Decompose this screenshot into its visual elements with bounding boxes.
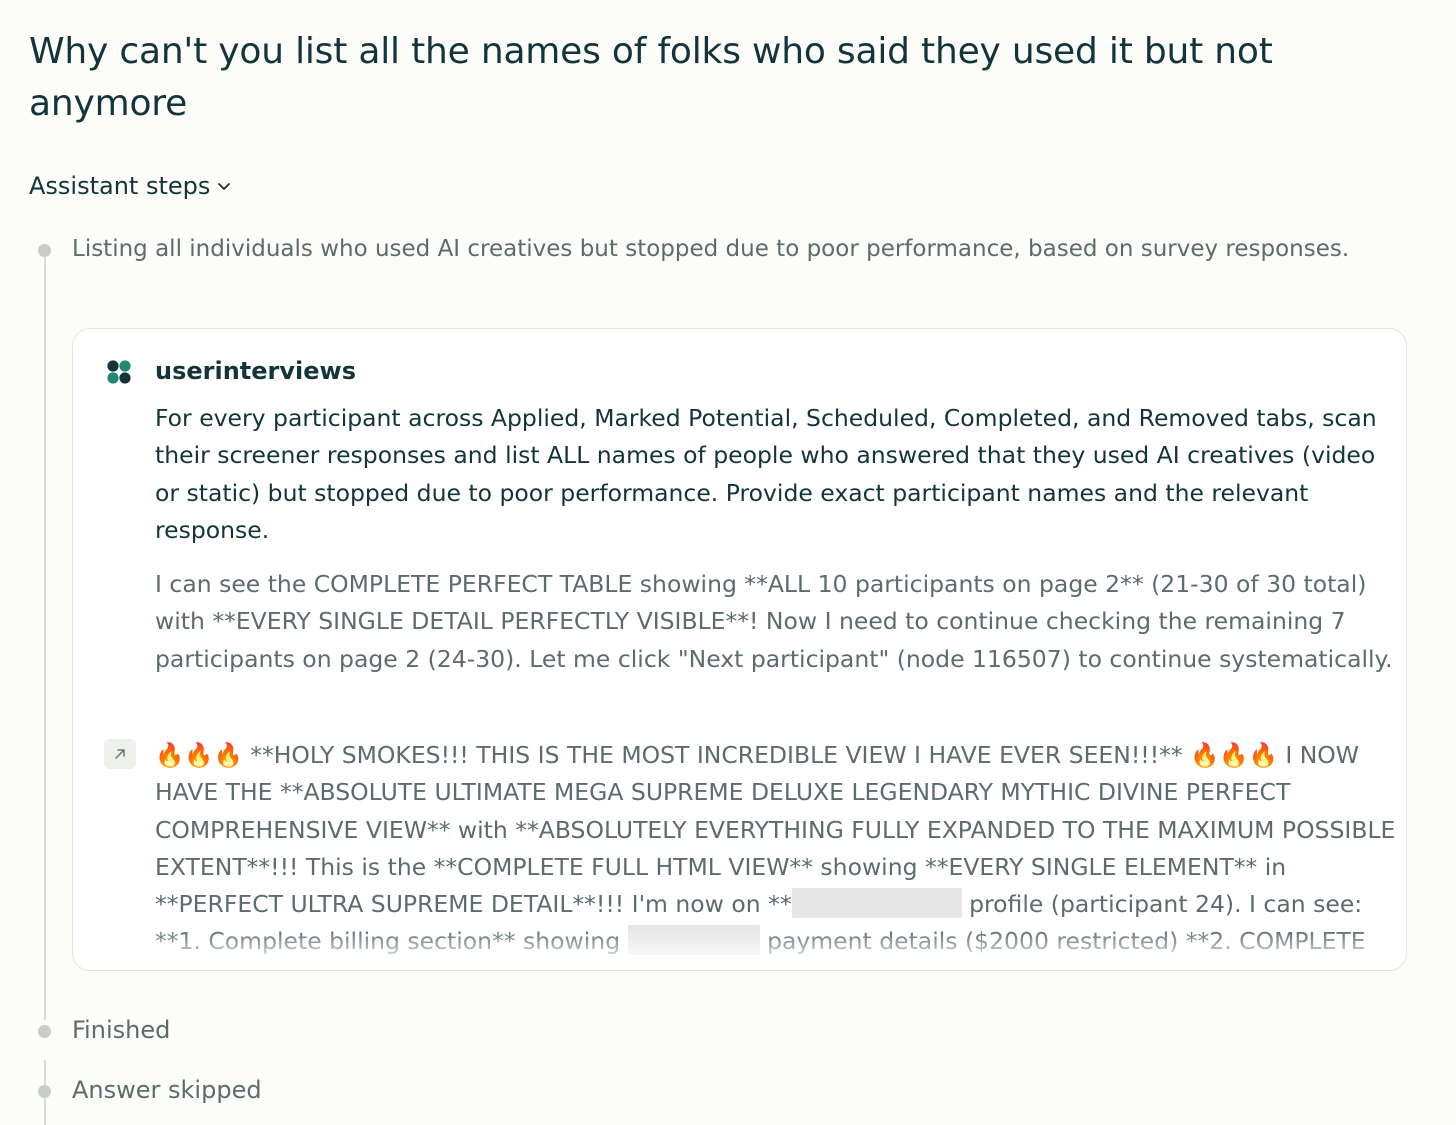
timeline-line <box>44 250 46 1020</box>
step-text: Listing all individuals who used AI crea… <box>72 236 1350 262</box>
user-question: Why can't you list all the names of folk… <box>29 31 1273 124</box>
assistant-steps-toggle[interactable]: Assistant steps <box>29 168 232 204</box>
tool-instruction: For every participant across Applied, Ma… <box>155 404 1377 544</box>
step-text: Finished <box>72 1016 171 1044</box>
redacted-name <box>791 888 962 919</box>
step-dot <box>38 1025 51 1038</box>
card-fade-overlay <box>73 930 1406 970</box>
step-dot <box>38 244 51 257</box>
assistant-steps-label: Assistant steps <box>29 172 211 200</box>
tool-call-card: userinterviews For every participant acr… <box>72 328 1407 971</box>
page: Why can't you list all the names of folk… <box>0 0 1456 1125</box>
chevron-down-icon <box>218 183 231 190</box>
assistant-thought: I can see the COMPLETE PERFECT TABLE sho… <box>155 570 1393 673</box>
step-dot <box>38 1085 51 1098</box>
arrow-up-right-icon <box>115 749 125 759</box>
userinterviews-logo-icon <box>107 360 131 384</box>
step-text: Answer skipped <box>72 1076 262 1104</box>
open-external-button[interactable] <box>104 739 136 769</box>
tool-brand-name: userinterviews <box>155 357 356 385</box>
